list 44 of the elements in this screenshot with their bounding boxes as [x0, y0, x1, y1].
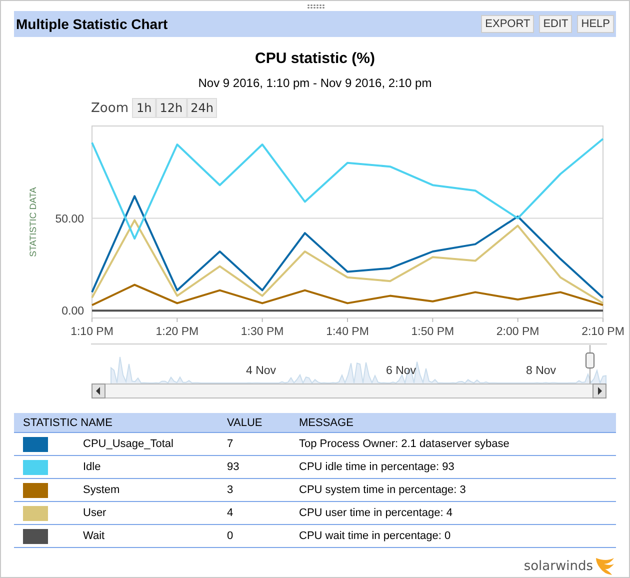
- x-tick-label: 1:50 PM: [411, 326, 454, 338]
- header-button[interactable]: EXPORT: [481, 15, 534, 33]
- table-cell: 7: [227, 438, 234, 450]
- y-tick-label: 0.00: [62, 306, 84, 318]
- x-tick-label: 1:40 PM: [326, 326, 369, 338]
- table-cell: CPU_Usage_Total: [83, 438, 174, 450]
- flame-icon: [594, 556, 616, 576]
- table-cell: Wait: [83, 530, 105, 542]
- x-tick-label: 2:10 PM: [582, 326, 624, 338]
- table-cell: 3: [227, 484, 234, 496]
- table-cell: Idle: [83, 461, 101, 473]
- column-header: VALUE: [227, 416, 262, 428]
- panel-title: Multiple Statistic Chart: [16, 16, 168, 32]
- table-cell: System: [83, 484, 120, 496]
- table-cell: CPU user time in percentage: 4: [299, 507, 452, 519]
- table-cell: CPU wait time in percentage: 0: [299, 530, 451, 542]
- header-button[interactable]: HELP: [577, 15, 614, 33]
- zoom-button[interactable]: 24h: [186, 98, 218, 118]
- table-cell: CPU system time in percentage: 3: [299, 484, 466, 496]
- zoom-button[interactable]: 1h: [132, 98, 156, 118]
- table-cell: 0: [227, 530, 234, 542]
- navigator-date-label: 4 Nov: [246, 365, 276, 377]
- table-cell: User: [83, 507, 106, 519]
- zoom-label: Zoom: [91, 100, 128, 116]
- column-header: MESSAGE: [299, 416, 354, 428]
- table-cell: CPU idle time in percentage: 93: [299, 461, 454, 473]
- table-cell: Top Process Owner: 2.1 dataserver sybase: [299, 438, 510, 450]
- zoom-button[interactable]: 12h: [156, 98, 187, 118]
- x-tick-label: 1:20 PM: [156, 326, 199, 338]
- table-cell: 93: [227, 461, 240, 473]
- logo-text: solarwinds: [524, 558, 593, 574]
- drag-handle-icon[interactable]: [307, 4, 325, 9]
- x-tick-label: 1:10 PM: [70, 326, 114, 338]
- header-button[interactable]: EDIT: [539, 15, 572, 33]
- navigator-date-label: 6 Nov: [386, 365, 416, 377]
- y-axis-label: STATISTIC DATA: [28, 187, 38, 257]
- x-tick-label: 1:30 PM: [240, 326, 284, 338]
- x-tick-label: 2:00 PM: [496, 326, 540, 338]
- chart-subtitle: Nov 9 2016, 1:10 pm - Nov 9 2016, 2:10 pm: [197, 76, 433, 90]
- navigator-date-label: 8 Nov: [526, 365, 556, 377]
- table-cell: 4: [227, 507, 234, 519]
- column-header: STATISTIC NAME: [23, 416, 112, 428]
- y-tick-label: 50.00: [55, 213, 84, 226]
- chart-title: CPU statistic (%): [254, 50, 376, 67]
